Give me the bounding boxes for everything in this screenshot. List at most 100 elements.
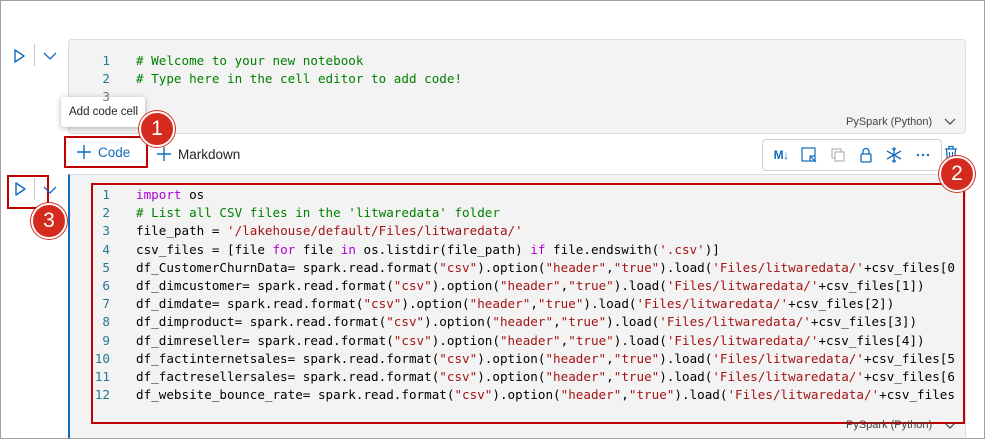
code-line[interactable]: df_dimproduct= spark.read.format("csv").… — [136, 313, 963, 331]
code-token: import — [136, 187, 182, 202]
add-code-label: Code — [98, 144, 131, 160]
code-token: ).load( — [659, 369, 713, 384]
code-token: "true" — [568, 278, 614, 293]
cell1-language-label[interactable]: PySpark (Python) — [846, 116, 932, 128]
chevron-down-icon[interactable] — [40, 180, 60, 200]
run-cell-icon[interactable] — [10, 179, 30, 199]
gutter-divider — [34, 44, 35, 66]
code-token: ).option( — [401, 296, 470, 312]
code-token: os — [181, 187, 205, 202]
code-line[interactable]: df_dimreseller= spark.read.format("csv")… — [136, 332, 963, 350]
line-number: 12 — [94, 387, 110, 403]
code-token: "true" — [537, 296, 584, 312]
code-token: ).load( — [606, 314, 660, 330]
code-token: ).load( — [659, 350, 713, 366]
code-token: +csv_files[1]) — [818, 278, 925, 293]
add-code-cell-button[interactable]: Code — [64, 136, 148, 168]
freeze-lock-button[interactable] — [855, 144, 877, 166]
code-token: file.endswith( — [545, 241, 660, 257]
code-token: +csv_files[5 — [863, 350, 955, 366]
code-line[interactable]: # Welcome to your new notebook — [136, 52, 960, 70]
line-number: 1 — [102, 187, 110, 202]
line-number: 2 — [102, 71, 110, 86]
code-token: , — [621, 387, 629, 403]
code-token: 'Files/litwaredata/' — [659, 314, 811, 330]
copy-cell-button[interactable] — [827, 144, 849, 166]
code-line[interactable]: # List all CSV files in the 'litwaredata… — [136, 204, 963, 222]
line-number: 3 — [102, 223, 110, 239]
cell2-language-label[interactable]: PySpark (Python) — [846, 419, 932, 431]
code-token: "header" — [545, 350, 607, 366]
line-number: 2 — [102, 205, 110, 221]
code-token: "true" — [628, 387, 675, 403]
code-line[interactable]: df_dimdate= spark.read.format("csv").opt… — [136, 295, 963, 313]
line-number: 6 — [102, 278, 110, 293]
code-token: df_factresellersales= spark.read.format( — [136, 369, 440, 384]
select-icon — [801, 147, 817, 163]
gutter-divider — [34, 178, 35, 200]
code-line[interactable]: # Type here in the cell editor to add co… — [136, 70, 960, 88]
code-token: 'Files/litwaredata/' — [666, 278, 819, 293]
code-token: "true" — [613, 259, 660, 275]
code-token: "csv" — [393, 332, 432, 348]
code-line[interactable]: df_factresellersales= spark.read.format(… — [136, 368, 963, 386]
code-token: df_dimcustomer= spark.read.format( — [136, 278, 394, 293]
code-token: , — [530, 296, 538, 312]
code-token: "header" — [560, 387, 622, 403]
chevron-down-icon[interactable] — [944, 422, 956, 430]
line-number: 11 — [94, 369, 110, 384]
more-options-button[interactable] — [912, 144, 934, 166]
code-token: "csv" — [386, 314, 425, 330]
add-markdown-label: Markdown — [178, 146, 241, 162]
freeze-cell-button[interactable] — [883, 144, 905, 166]
code-token: ).option( — [477, 369, 546, 384]
code-line[interactable]: import os — [136, 186, 963, 204]
code-token: in — [340, 241, 356, 257]
code-token: ).load( — [659, 259, 713, 275]
code-token: "true" — [613, 369, 660, 384]
code-token: 'Files/litwaredata/' — [636, 296, 789, 312]
code-token: df_factinternetsales= spark.read.format( — [136, 350, 440, 366]
code-line[interactable]: df_dimcustomer= spark.read.format("csv")… — [136, 277, 963, 295]
code-token: df_CustomerChurnData= spark.read.format( — [136, 259, 440, 275]
code-token: "header" — [499, 332, 561, 348]
select-cell-button[interactable] — [798, 144, 820, 166]
more-icon — [916, 153, 929, 157]
code-line[interactable]: df_factinternetsales= spark.read.format(… — [136, 350, 963, 368]
line-number: 4 — [102, 241, 110, 257]
plus-icon — [77, 145, 91, 159]
add-markdown-cell-button[interactable]: Markdown — [156, 140, 240, 168]
code-token: "header" — [499, 278, 561, 293]
code-token: ).option( — [492, 387, 561, 403]
code-token: '/lakehouse/default/Files/litwaredata/' — [227, 223, 523, 239]
code-token: # Type here in the cell editor to add co… — [136, 71, 463, 86]
step-badge-3: 3 — [31, 203, 67, 239]
code-token: "header" — [469, 296, 531, 312]
markdown-toggle-button[interactable]: M↓ — [770, 144, 792, 166]
code-token: ).option( — [431, 332, 500, 348]
code-token: +csv_files[3]) — [810, 314, 918, 330]
line-number: 7 — [102, 296, 110, 312]
code-token: '.csv' — [659, 241, 705, 257]
code-token: "header" — [492, 314, 554, 330]
code-line[interactable]: df_website_bounce_rate= spark.read.forma… — [136, 386, 963, 404]
code-line[interactable]: df_CustomerChurnData= spark.read.format(… — [136, 259, 963, 277]
code-line[interactable]: csv_files = [file for file in os.listdir… — [136, 241, 963, 259]
code-token: df_dimdate= spark.read.format( — [136, 296, 364, 312]
code-line[interactable] — [136, 88, 960, 106]
code-token: 'Files/litwaredata/' — [712, 259, 864, 275]
code-token: ).load( — [583, 296, 637, 312]
cell-toolbar: M↓ — [762, 139, 942, 171]
run-cell-icon[interactable] — [9, 46, 29, 66]
code-token: 'Files/litwaredata/' — [666, 332, 819, 348]
chevron-down-icon[interactable] — [944, 118, 956, 126]
code-line[interactable]: file_path = '/lakehouse/default/Files/li… — [136, 222, 963, 240]
code-token: "true" — [560, 314, 607, 330]
code-token: ).option( — [431, 278, 500, 293]
line-number: 9 — [102, 332, 110, 348]
code-token: "header" — [545, 369, 607, 384]
code-token: , — [553, 314, 561, 330]
code-token: ).option( — [477, 259, 546, 275]
chevron-down-icon[interactable] — [40, 46, 60, 66]
line-number: 3 — [102, 89, 110, 104]
